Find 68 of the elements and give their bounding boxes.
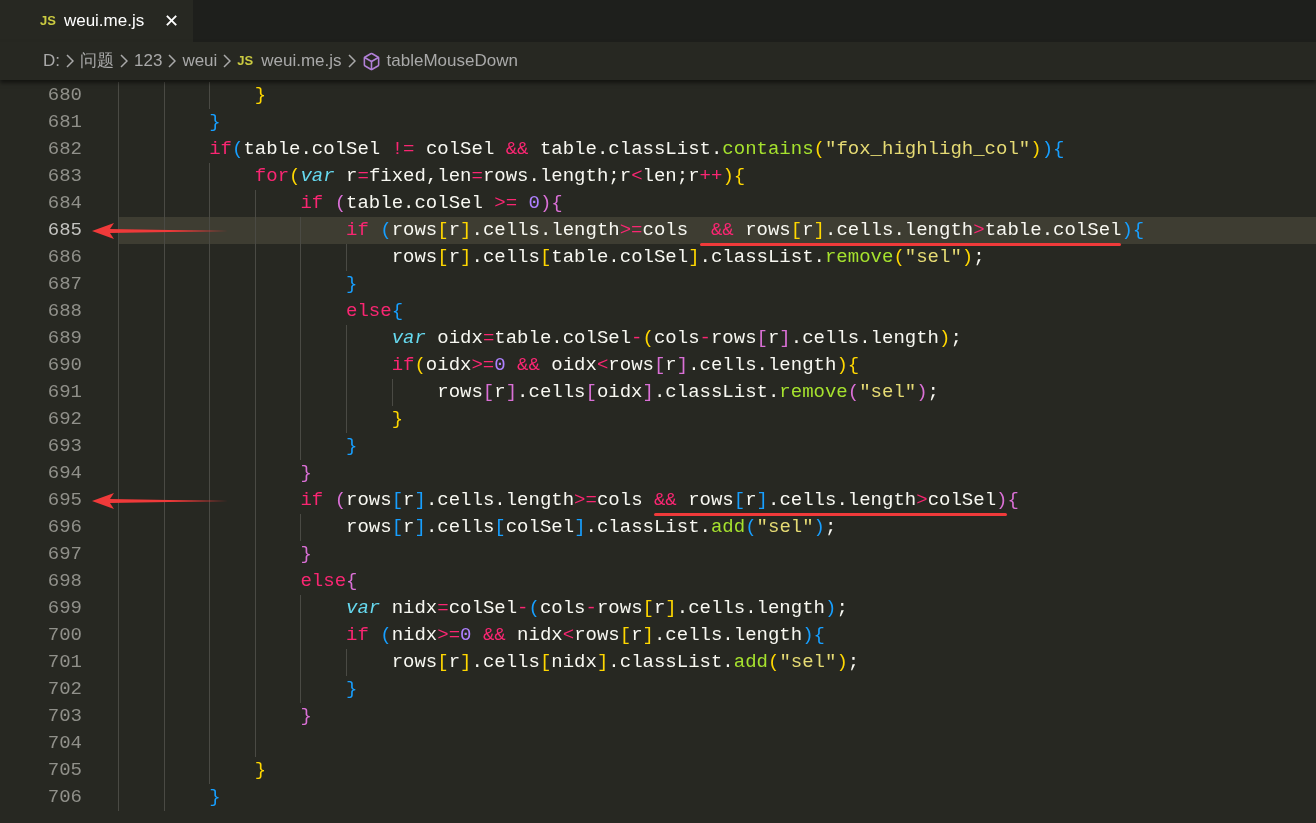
line-number: 689	[46, 326, 82, 351]
code-line: rows[r].cells[table.colSel].classList.remove("sel");	[390, 245, 985, 270]
code-line: }	[208, 785, 221, 810]
line-number: 702	[46, 677, 82, 702]
line-number: 697	[46, 542, 82, 567]
editor-tab[interactable]: JS weui.me.js ✕	[0, 0, 194, 42]
line-number: 680	[46, 83, 82, 108]
breadcrumb-item[interactable]: tableMouseDown	[386, 48, 518, 74]
line-number: 703	[46, 704, 82, 729]
code-line: if (nidx>=0 && nidx<rows[r].cells.length){	[345, 623, 825, 648]
code-line: }	[345, 677, 358, 702]
js-file-icon: JS	[237, 51, 254, 71]
code-line: else{	[345, 299, 404, 324]
line-number: 698	[46, 569, 82, 594]
breadcrumb-item[interactable]: D:	[43, 48, 60, 74]
code-line: for(var r=fixed,len=rows.length;r<len;r++){	[253, 164, 746, 189]
line-number: 695	[46, 488, 82, 513]
code-line: if(oidx>=0 && oidx<rows[r].cells.length){	[390, 353, 860, 378]
cube-icon	[361, 51, 381, 71]
code-line: }	[208, 110, 221, 135]
code-line: var nidx=colSel-(cols-rows[r].cells.length);	[345, 596, 848, 621]
line-number: 691	[46, 380, 82, 405]
code-line: }	[253, 83, 267, 108]
code-line: rows[r].cells[nidx].classList.add("sel");	[390, 650, 860, 675]
line-number: 694	[46, 461, 82, 486]
line-number: 706	[46, 785, 82, 810]
breadcrumb-item[interactable]: weui	[182, 48, 218, 74]
code-line: }	[345, 272, 358, 297]
line-number: 704	[46, 731, 82, 756]
code-line: }	[390, 407, 404, 432]
line-number: 699	[46, 596, 82, 621]
code-line: rows[r].cells[colSel].classList.add("sel");	[345, 515, 837, 540]
chevron-icon	[120, 54, 128, 68]
line-number: 692	[46, 407, 82, 432]
line-number: 705	[46, 758, 82, 783]
line-number: 684	[46, 191, 82, 216]
code-line: }	[345, 434, 358, 459]
line-number: 700	[46, 623, 82, 648]
line-number: 686	[46, 245, 82, 270]
js-file-icon: JS	[40, 11, 56, 31]
line-number: 696	[46, 515, 82, 540]
chevron-icon	[66, 54, 74, 68]
breadcrumb-item[interactable]: 123	[134, 48, 163, 74]
code-line: }	[253, 758, 267, 783]
chevron-icon	[347, 54, 356, 68]
breadcrumb-item[interactable]: weui.me.js	[261, 48, 342, 74]
code-line: }	[299, 542, 312, 567]
line-number: 682	[46, 137, 82, 162]
code-line: if (table.colSel >= 0){	[299, 191, 563, 216]
breadcrumb-item[interactable]: 问题	[80, 48, 114, 74]
line-number: 701	[46, 650, 82, 675]
code-line: }	[299, 704, 312, 729]
code-line: else{	[299, 569, 358, 594]
close-icon[interactable]: ✕	[164, 7, 180, 35]
code-line: rows[r].cells[oidx].classList.remove("sel");	[436, 380, 939, 405]
chevron-icon	[168, 54, 177, 68]
code-line: var oidx=table.colSel-(cols-rows[r].cells.length);	[390, 326, 962, 351]
line-number: 687	[46, 272, 82, 297]
line-number: 685	[46, 218, 82, 243]
line-number: 693	[46, 434, 82, 459]
tab-label: weui.me.js	[63, 10, 145, 33]
line-number: 683	[46, 164, 82, 189]
line-number: 681	[46, 110, 82, 135]
code-line: if(table.colSel != colSel && table.classList.contains("fox_highligh_col")){	[208, 137, 1065, 162]
line-number: 690	[46, 353, 82, 378]
code-line: }	[299, 461, 312, 486]
line-number: 688	[46, 299, 82, 324]
chevron-icon	[223, 54, 232, 68]
